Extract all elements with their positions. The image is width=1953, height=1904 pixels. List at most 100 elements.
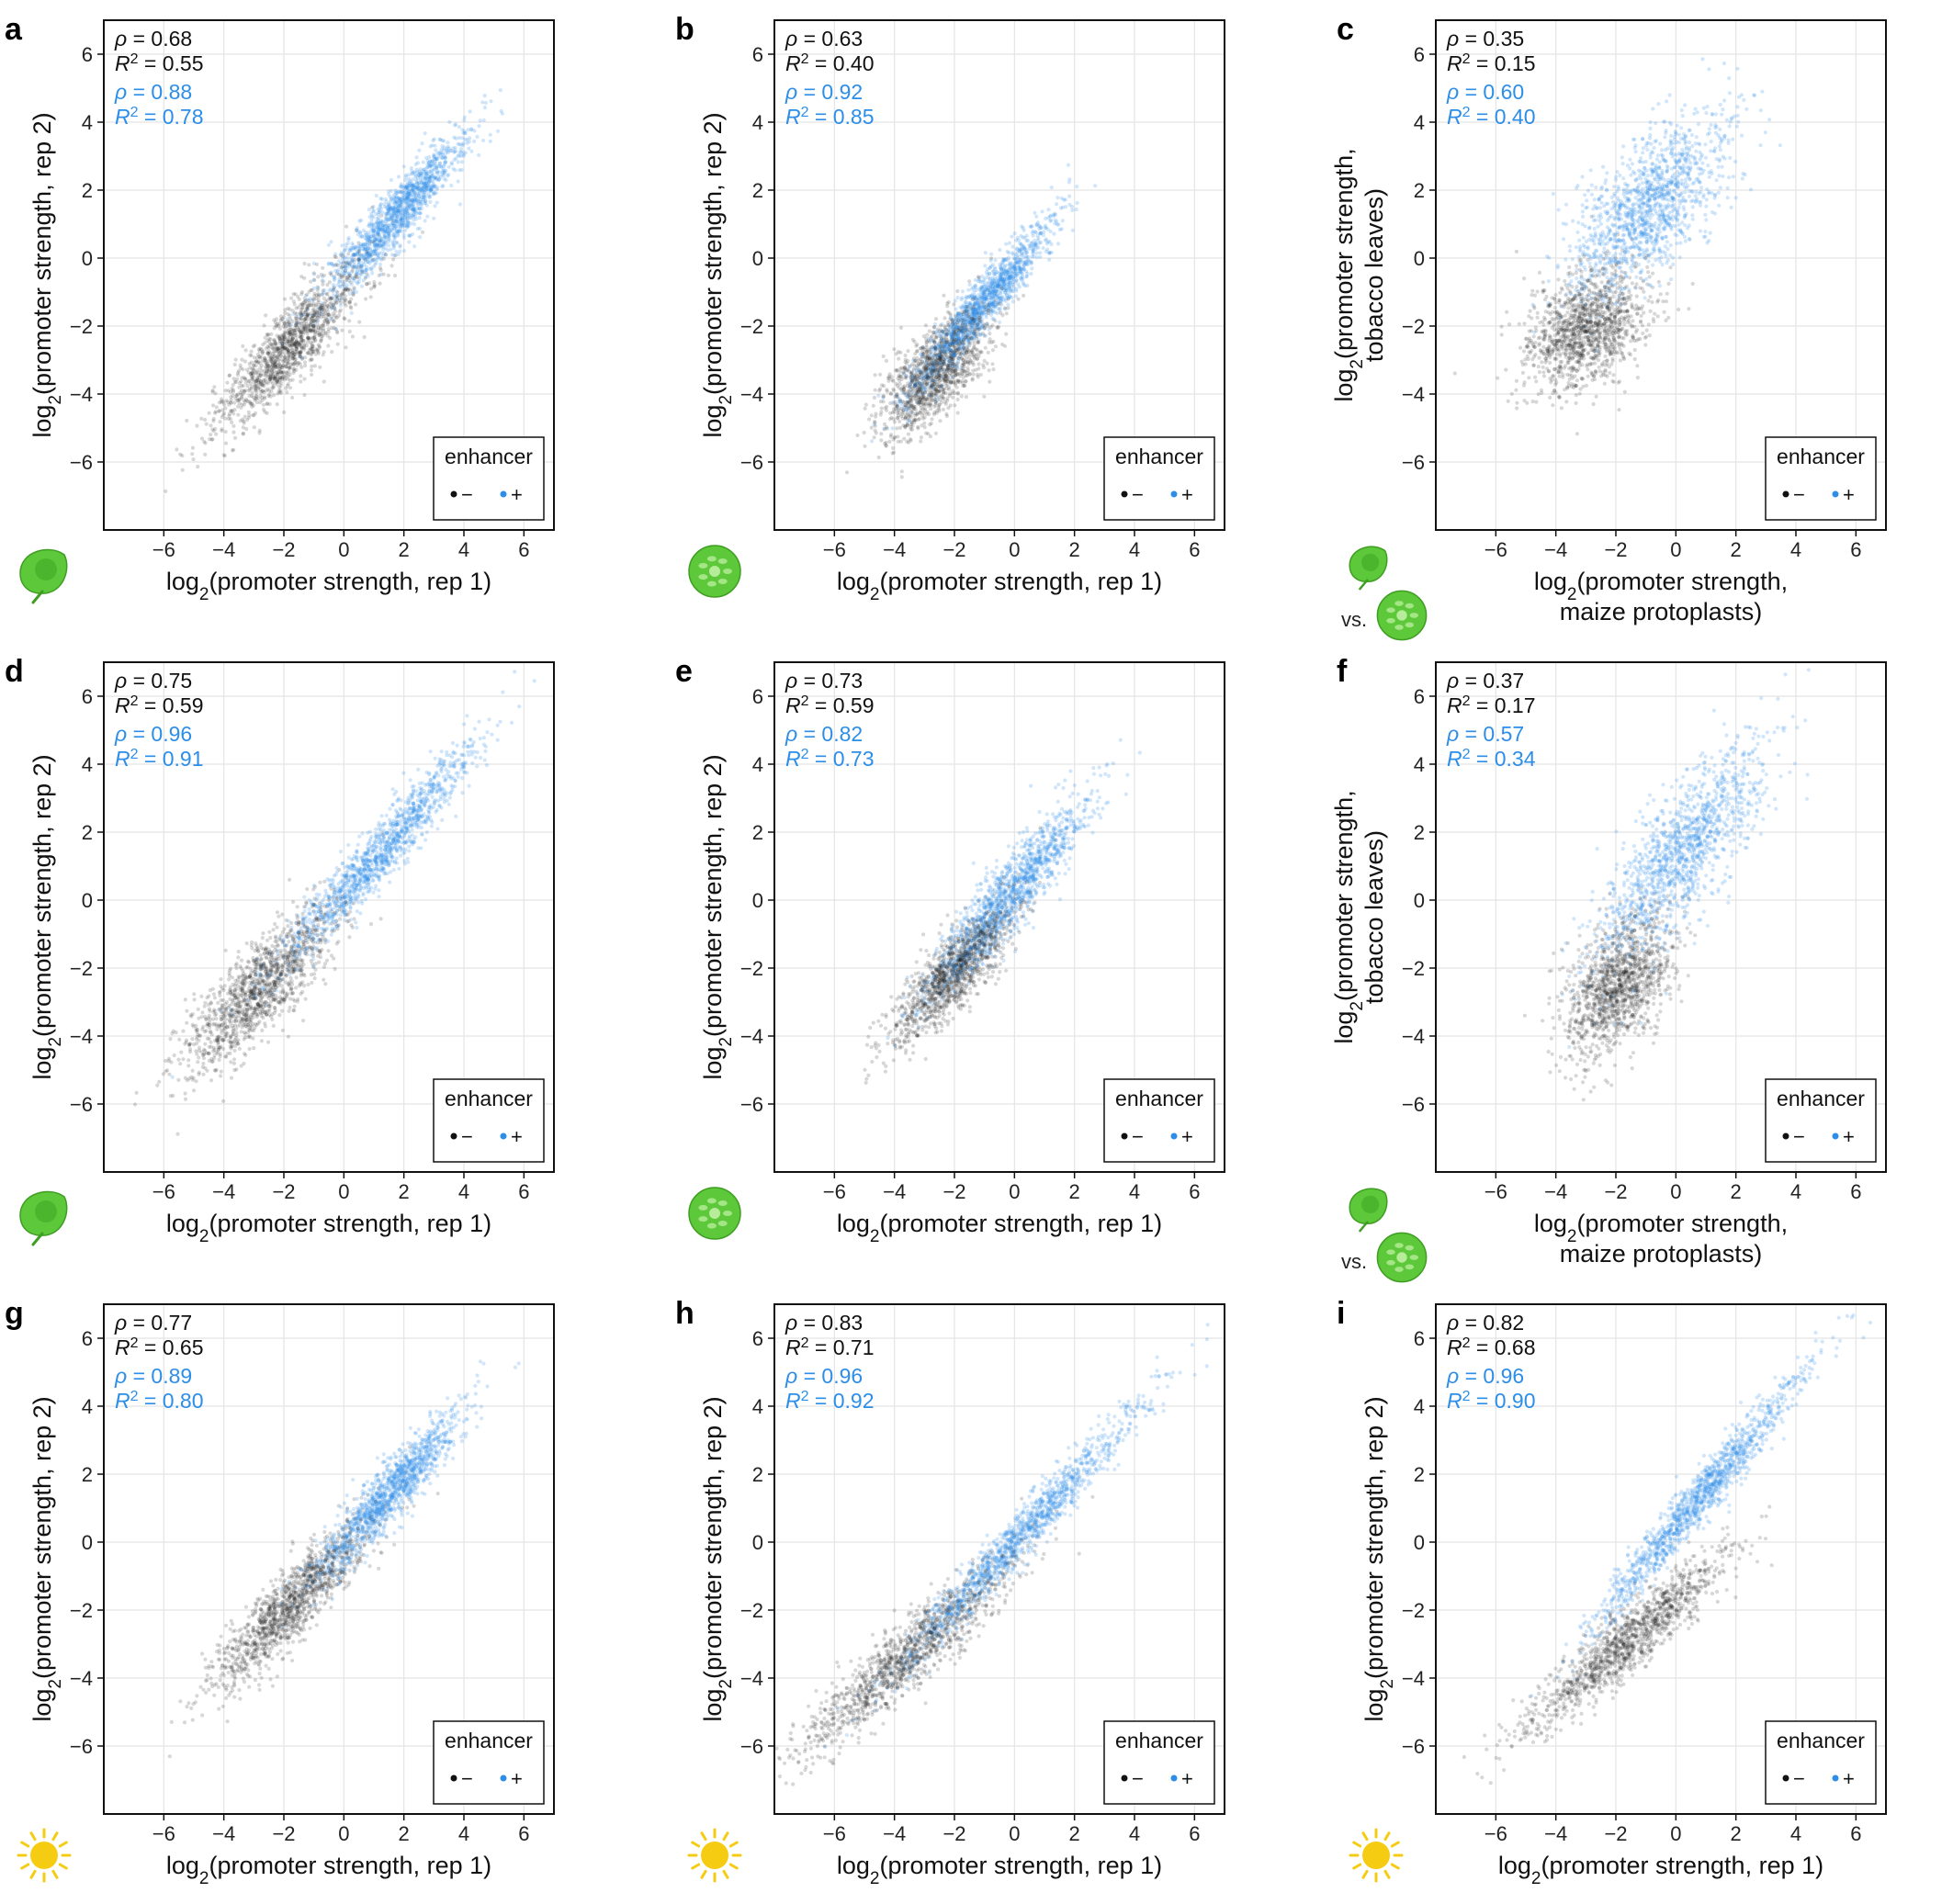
data-point <box>224 441 229 445</box>
data-point <box>352 263 356 267</box>
data-point <box>307 300 311 306</box>
data-point <box>424 203 429 208</box>
data-point <box>1018 241 1022 245</box>
data-point <box>933 397 938 401</box>
data-point <box>891 437 896 442</box>
data-point <box>399 212 403 217</box>
data-point <box>209 433 213 437</box>
data-point <box>361 243 366 248</box>
data-point <box>278 314 283 319</box>
data-point <box>257 428 262 433</box>
data-point <box>288 307 292 311</box>
data-point <box>223 389 228 393</box>
data-point <box>289 296 294 300</box>
data-point <box>983 345 988 350</box>
data-point <box>259 389 264 394</box>
data-point <box>251 403 255 408</box>
data-point <box>220 428 224 434</box>
data-point <box>421 160 425 164</box>
data-point <box>432 137 436 141</box>
data-point <box>1029 272 1033 276</box>
data-point <box>302 299 307 304</box>
data-point <box>460 143 466 148</box>
data-point <box>211 417 216 422</box>
data-point <box>303 317 308 321</box>
data-point <box>459 160 464 164</box>
data-point <box>379 257 384 262</box>
data-point <box>299 292 304 297</box>
data-point <box>983 264 988 268</box>
data-point <box>313 338 318 344</box>
data-point <box>307 289 311 294</box>
data-point <box>286 377 290 381</box>
y-tick-label: −2 <box>70 315 93 338</box>
data-point <box>345 241 350 245</box>
data-point <box>433 157 437 162</box>
data-point <box>879 410 884 414</box>
data-point <box>1074 207 1078 212</box>
data-point <box>1006 302 1010 307</box>
data-point <box>365 250 369 254</box>
data-point <box>386 240 390 244</box>
data-point <box>998 301 1002 306</box>
data-point <box>892 420 897 424</box>
x-tick-label: −6 <box>152 538 175 561</box>
data-point <box>928 422 932 427</box>
data-point <box>1008 287 1013 292</box>
data-point <box>290 395 295 400</box>
data-point <box>365 236 369 241</box>
data-point <box>469 149 474 153</box>
data-point <box>331 282 335 287</box>
data-point <box>410 231 415 237</box>
data-point <box>294 332 299 337</box>
data-point <box>359 284 365 288</box>
data-point <box>881 354 886 358</box>
data-point <box>299 379 303 384</box>
data-point <box>223 406 228 411</box>
data-point <box>993 310 998 314</box>
data-point <box>898 439 903 444</box>
data-point <box>210 427 215 432</box>
data-point <box>283 356 288 361</box>
data-point <box>975 334 979 339</box>
data-point <box>287 320 291 324</box>
data-point <box>344 345 348 350</box>
y-tick-label: 6 <box>82 43 93 66</box>
data-point <box>401 164 406 169</box>
data-point <box>952 344 956 349</box>
data-point <box>356 249 361 253</box>
data-point <box>420 171 424 176</box>
data-point <box>329 261 333 265</box>
data-point <box>968 372 973 377</box>
data-point <box>348 304 353 309</box>
data-point <box>908 437 913 442</box>
data-point <box>1010 251 1015 255</box>
data-point <box>1002 278 1007 283</box>
data-point <box>984 270 989 275</box>
data-point <box>913 393 919 398</box>
data-point <box>344 298 348 302</box>
data-point <box>330 350 334 355</box>
data-point <box>939 323 943 328</box>
data-point <box>981 279 986 285</box>
data-point <box>897 400 902 404</box>
data-point <box>427 175 432 180</box>
data-point <box>330 326 334 331</box>
data-point <box>352 286 356 290</box>
data-point <box>412 208 416 213</box>
data-point <box>411 177 415 182</box>
data-point <box>389 216 394 220</box>
data-point <box>332 319 336 323</box>
data-point <box>990 284 996 288</box>
data-point <box>987 291 991 296</box>
data-point <box>477 124 481 129</box>
data-point <box>1016 297 1021 301</box>
data-point <box>1044 216 1048 220</box>
data-point <box>259 381 264 386</box>
data-point <box>417 206 422 211</box>
data-point <box>919 435 924 440</box>
data-point <box>322 296 326 300</box>
data-point <box>363 257 367 262</box>
data-point <box>264 313 268 318</box>
data-point <box>371 209 376 214</box>
